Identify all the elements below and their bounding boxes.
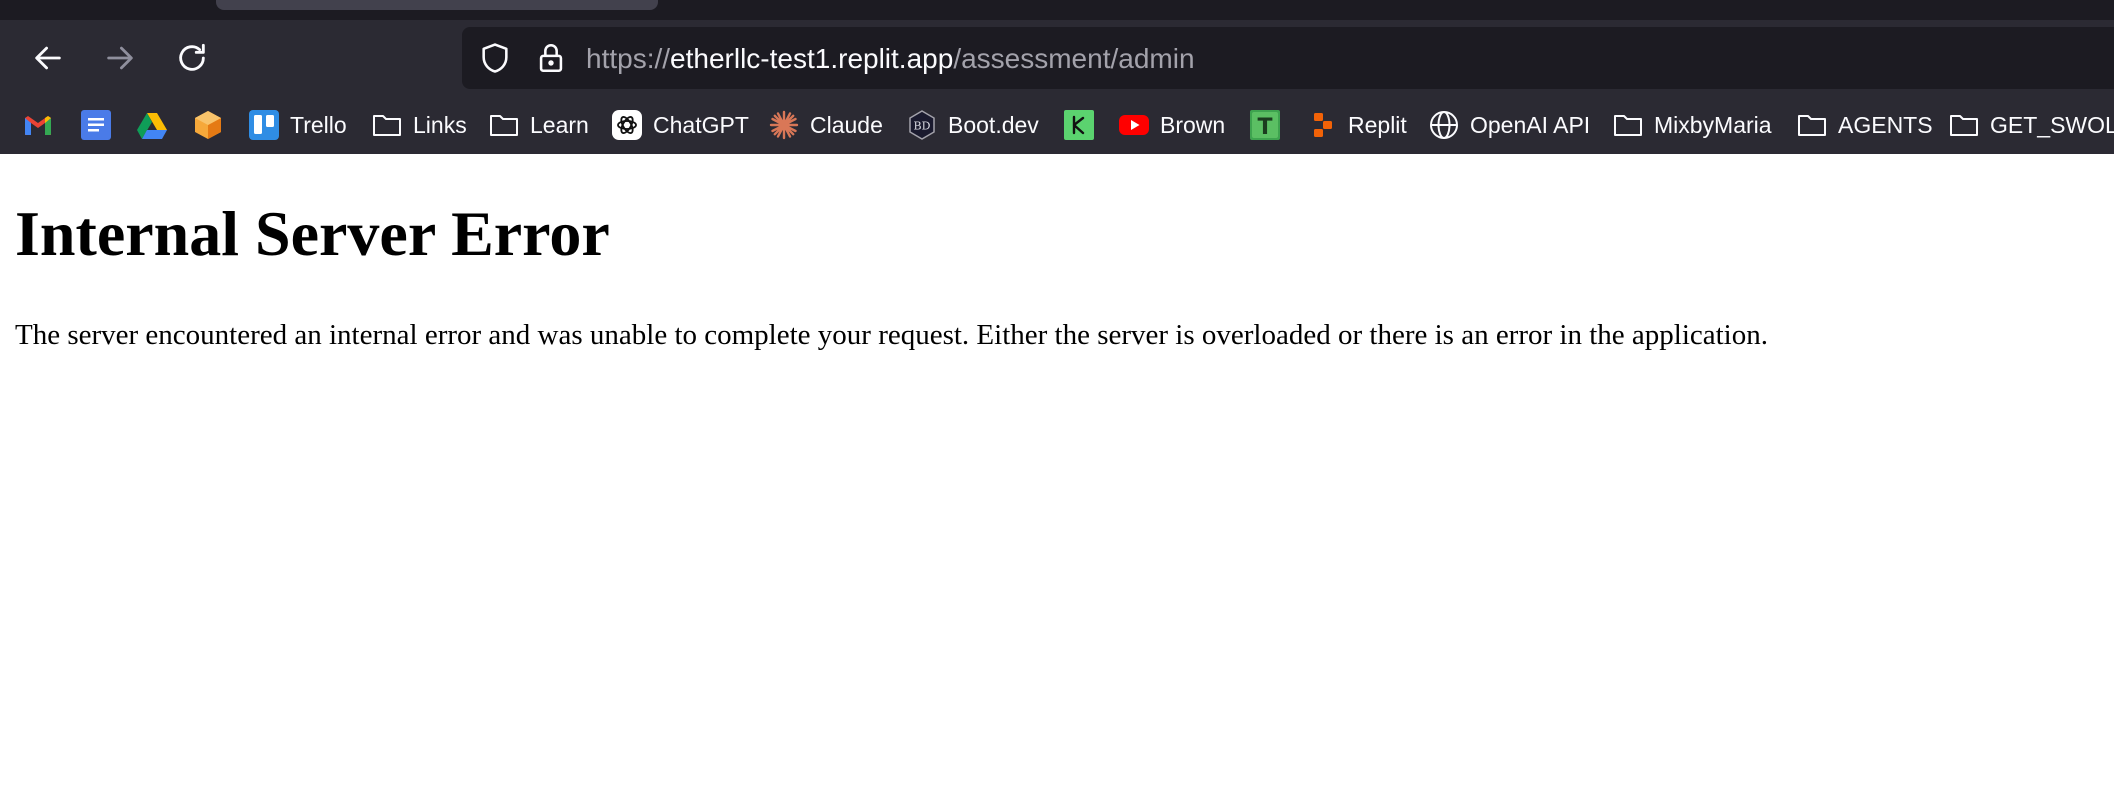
active-tab[interactable] bbox=[216, 0, 658, 10]
bookmark-label: Replit bbox=[1348, 112, 1407, 138]
folder-icon bbox=[490, 115, 518, 136]
bookmark-label: OpenAI API bbox=[1470, 112, 1591, 138]
trello-icon bbox=[249, 110, 279, 140]
bookmark-label: ChatGPT bbox=[653, 112, 749, 138]
bookmark-green-square[interactable] bbox=[1063, 108, 1095, 142]
bookmarks-toolbar: Trello Links Learn ChatGPT Claude BD Boo… bbox=[0, 96, 2114, 154]
youtube-icon bbox=[1119, 115, 1149, 135]
back-button[interactable] bbox=[28, 38, 68, 78]
page-content: Internal Server Error The server encount… bbox=[0, 154, 2114, 788]
bookmark-folder-links[interactable]: Links bbox=[371, 108, 467, 142]
bookmark-label: Trello bbox=[290, 112, 347, 138]
tab-strip bbox=[0, 0, 2114, 20]
folder-icon bbox=[373, 115, 401, 136]
bookmark-youtube-brown[interactable]: Brown bbox=[1118, 108, 1225, 142]
reload-icon bbox=[179, 43, 205, 71]
bookmark-folder-learn[interactable]: Learn bbox=[488, 108, 589, 142]
shield-icon[interactable] bbox=[478, 41, 512, 75]
green-square-icon bbox=[1064, 110, 1094, 140]
url-scheme: https:// bbox=[586, 43, 671, 74]
bookmark-trello[interactable]: Trello bbox=[248, 108, 347, 142]
lock-icon[interactable] bbox=[534, 41, 568, 75]
bootdev-icon: BD bbox=[909, 110, 935, 140]
bookmark-folder-get-swole[interactable]: GET_SWOLE bbox=[1948, 108, 2114, 142]
bookmark-claude[interactable]: Claude bbox=[768, 108, 883, 142]
green-t-icon: T bbox=[1250, 110, 1280, 140]
url-path: /assessment/admin bbox=[953, 43, 1195, 74]
orange-box-icon bbox=[195, 111, 221, 139]
bookmark-label: Boot.dev bbox=[948, 112, 1039, 138]
bookmark-label: Claude bbox=[810, 112, 883, 138]
chatgpt-icon bbox=[612, 110, 642, 140]
forward-button[interactable] bbox=[100, 38, 140, 78]
bookmark-green-t[interactable]: T bbox=[1249, 108, 1281, 142]
google-drive-icon bbox=[137, 113, 167, 139]
google-docs-icon bbox=[81, 110, 111, 140]
back-arrow-icon bbox=[35, 46, 61, 70]
bookmark-folder-mixbymaria[interactable]: MixbyMaria bbox=[1612, 108, 1772, 142]
gmail-icon bbox=[25, 116, 51, 135]
bookmark-folder-agents[interactable]: AGENTS bbox=[1796, 108, 1933, 142]
url-host: etherllc-test1.replit.app bbox=[670, 43, 954, 74]
folder-icon bbox=[1614, 115, 1642, 136]
address-bar[interactable]: https://etherllc-test1.replit.app/assess… bbox=[462, 27, 2114, 89]
bookmark-bootdev[interactable]: BD Boot.dev bbox=[906, 108, 1039, 142]
bookmark-chatgpt[interactable]: ChatGPT bbox=[611, 108, 749, 142]
error-message: The server encountered an internal error… bbox=[15, 319, 1768, 351]
forward-arrow-icon bbox=[107, 46, 133, 70]
bookmark-gmail[interactable] bbox=[22, 108, 54, 142]
bookmark-openai-api[interactable]: OpenAI API bbox=[1428, 108, 1590, 142]
url-text[interactable]: https://etherllc-test1.replit.app/assess… bbox=[586, 43, 1195, 75]
globe-icon bbox=[1430, 111, 1458, 139]
bookmark-orange-box[interactable] bbox=[192, 108, 224, 142]
reload-button[interactable] bbox=[172, 38, 212, 78]
folder-icon bbox=[1950, 115, 1978, 136]
bookmark-label: Links bbox=[413, 112, 467, 138]
bookmark-replit[interactable]: Replit bbox=[1306, 108, 1407, 142]
svg-text:T: T bbox=[1257, 115, 1272, 140]
bookmark-google-docs[interactable] bbox=[80, 108, 112, 142]
page-title: Internal Server Error bbox=[15, 198, 610, 269]
folder-icon bbox=[1798, 115, 1826, 136]
bookmark-label: GET_SWOLE bbox=[1990, 112, 2114, 138]
replit-icon bbox=[1314, 113, 1332, 137]
bookmark-label: Learn bbox=[530, 112, 589, 138]
bookmark-label: Brown bbox=[1160, 112, 1226, 138]
svg-text:BD: BD bbox=[914, 120, 931, 133]
navigation-toolbar: https://etherllc-test1.replit.app/assess… bbox=[0, 20, 2114, 96]
bookmark-google-drive[interactable] bbox=[136, 108, 168, 142]
bookmark-label: MixbyMaria bbox=[1654, 112, 1772, 138]
bookmark-label: AGENTS bbox=[1838, 112, 1933, 138]
claude-icon bbox=[769, 110, 799, 140]
